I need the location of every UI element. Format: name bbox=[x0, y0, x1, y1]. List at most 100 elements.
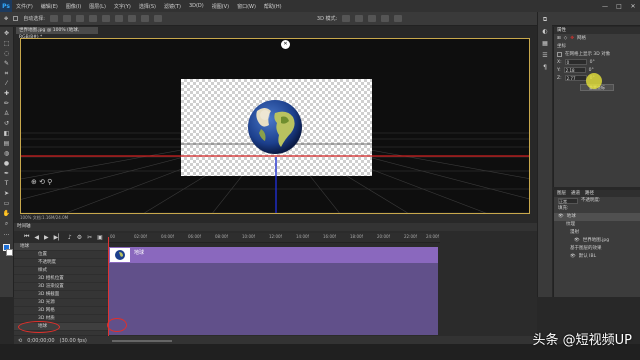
layer-ibl[interactable]: 👁 默认 IBL bbox=[554, 253, 640, 261]
background-color-swatch[interactable] bbox=[5, 249, 13, 256]
eye-icon[interactable]: 👁 bbox=[558, 213, 564, 221]
layer-effects[interactable]: 基于图层的效果 bbox=[554, 245, 640, 253]
layer-diffuse[interactable]: 漫射 bbox=[554, 229, 640, 237]
timeline-tab[interactable]: 时间轴 bbox=[14, 223, 537, 231]
eyedropper-tool-icon[interactable]: ⁄ bbox=[2, 80, 11, 88]
move-tool-icon[interactable]: ✥ bbox=[2, 30, 11, 38]
auto-select-checkbox[interactable] bbox=[13, 16, 19, 21]
layer-dropdown[interactable] bbox=[49, 15, 58, 22]
history-panel-icon[interactable]: ⧉ bbox=[541, 16, 550, 24]
transition-icon[interactable]: ▣ bbox=[97, 234, 103, 241]
adjustments-panel-icon[interactable]: ☰ bbox=[541, 52, 550, 60]
marquee-tool-icon[interactable]: ⬚ bbox=[2, 40, 11, 48]
y-rotation[interactable]: 0° bbox=[589, 68, 594, 73]
properties-tab[interactable]: 属性 bbox=[554, 27, 640, 34]
menu-help[interactable]: 帮助(H) bbox=[260, 3, 286, 10]
maximize-button[interactable]: □ bbox=[612, 3, 626, 10]
menu-layer[interactable]: 图层(L) bbox=[85, 3, 110, 10]
roll-3d-button[interactable] bbox=[355, 15, 364, 22]
distribute-button-2[interactable] bbox=[127, 15, 136, 22]
blend-mode-select[interactable]: 正常 bbox=[558, 198, 578, 204]
canvas[interactable]: ⊕ ⟲ ⚲ bbox=[20, 38, 530, 214]
history-brush-icon[interactable]: ↺ bbox=[2, 120, 11, 128]
mesh-mode-icon[interactable]: ◇ bbox=[564, 36, 567, 41]
pen-tool-icon[interactable]: ✒ bbox=[2, 170, 11, 178]
3d-nav-widget-icon[interactable]: ⊕ ⟲ ⚲ bbox=[31, 178, 52, 186]
stamp-tool-icon[interactable]: ♙ bbox=[2, 110, 11, 118]
track-row[interactable]: 3D 相机位置 bbox=[14, 275, 108, 283]
track-row-layer[interactable]: 地球 bbox=[14, 243, 108, 251]
timeline-ruler[interactable]: 00 02:00f 04:00f 06:00f 08:00f 10:00f 12… bbox=[108, 233, 440, 243]
crop-tool-icon[interactable]: ⌗ bbox=[2, 70, 11, 78]
track-row[interactable]: 3D 渲染设置 bbox=[14, 283, 108, 291]
menu-edit[interactable]: 编辑(E) bbox=[37, 3, 62, 10]
layer-world-map[interactable]: 👁 世界地图.jpg bbox=[554, 237, 640, 245]
prev-frame-icon[interactable]: ◀ bbox=[34, 234, 39, 241]
snap-checkbox[interactable] bbox=[557, 51, 562, 57]
first-frame-icon[interactable]: ⏮ bbox=[24, 233, 29, 241]
eraser-tool-icon[interactable]: ◧ bbox=[2, 130, 11, 138]
track-row[interactable]: 样式 bbox=[14, 267, 108, 275]
menu-filter[interactable]: 滤镜(T) bbox=[160, 3, 185, 10]
close-window-button[interactable]: ✕ bbox=[626, 3, 640, 10]
next-frame-icon[interactable]: ▶▏ bbox=[54, 234, 63, 241]
close-3d-overlay-button[interactable]: ✕ bbox=[281, 40, 290, 49]
paragraph-panel-icon[interactable]: ¶ bbox=[541, 64, 550, 72]
track-row[interactable]: 位置 bbox=[14, 251, 108, 259]
distribute-button-3[interactable] bbox=[140, 15, 149, 22]
x-rotation[interactable]: 0° bbox=[590, 60, 595, 65]
x-field[interactable]: 0 bbox=[564, 59, 587, 65]
tab-channels[interactable]: 通道 bbox=[571, 190, 580, 197]
track-row[interactable]: 不透明度 bbox=[14, 259, 108, 267]
track-row[interactable]: 3D 横截面 bbox=[14, 291, 108, 299]
hand-tool-icon[interactable]: ✋ bbox=[2, 210, 11, 218]
menu-type[interactable]: 文字(Y) bbox=[110, 3, 135, 10]
track-row[interactable]: 3D 网格 bbox=[14, 307, 108, 315]
more-tools-icon[interactable]: … bbox=[2, 230, 11, 238]
minimize-button[interactable]: — bbox=[598, 3, 612, 10]
z-field[interactable]: 2.77 bbox=[564, 75, 587, 81]
menu-image[interactable]: 图像(I) bbox=[62, 3, 85, 10]
layer-textures[interactable]: 纹理 bbox=[554, 221, 640, 229]
zoom-tool-icon[interactable]: ⌕ bbox=[2, 220, 11, 228]
tab-layers[interactable]: 图层 bbox=[557, 190, 566, 197]
gradient-tool-icon[interactable]: ▤ bbox=[2, 140, 11, 148]
scene-mode-icon[interactable]: ⊞ bbox=[557, 36, 561, 41]
slide-3d-button[interactable] bbox=[381, 15, 390, 22]
menu-file[interactable]: 文件(F) bbox=[12, 3, 37, 10]
shape-tool-icon[interactable]: ▭ bbox=[2, 200, 11, 208]
align-button-1[interactable] bbox=[62, 15, 71, 22]
swatches-panel-icon[interactable]: ▦ bbox=[541, 40, 550, 48]
eye-icon[interactable]: 👁 bbox=[574, 237, 580, 245]
drag-3d-button[interactable] bbox=[368, 15, 377, 22]
healing-tool-icon[interactable]: ✚ bbox=[2, 90, 11, 98]
move-tool-icon[interactable]: ✥ bbox=[4, 16, 8, 22]
settings-icon[interactable]: ⚙ bbox=[77, 234, 82, 241]
tab-paths[interactable]: 路径 bbox=[585, 190, 594, 197]
y-field[interactable]: 2.18 bbox=[563, 67, 586, 73]
menu-window[interactable]: 窗口(W) bbox=[233, 3, 260, 10]
menu-view[interactable]: 视图(V) bbox=[208, 3, 233, 10]
coordinates-mode-icon[interactable]: ✥ bbox=[570, 36, 574, 41]
distribute-button-1[interactable] bbox=[114, 15, 123, 22]
quick-select-tool-icon[interactable]: ✎ bbox=[2, 60, 11, 68]
audio-icon[interactable]: ♪ bbox=[68, 234, 72, 241]
dodge-tool-icon[interactable]: ● bbox=[2, 160, 11, 168]
layer-earth[interactable]: 👁 地球 bbox=[554, 213, 640, 221]
document-tab[interactable]: 世界地图.jpg @ 100% (地球, RGB/8#) * bbox=[16, 27, 98, 40]
brush-tool-icon[interactable]: ✏ bbox=[2, 100, 11, 108]
menu-3d[interactable]: 3D(D) bbox=[185, 3, 208, 9]
lasso-tool-icon[interactable]: ◌ bbox=[2, 50, 11, 58]
track-row[interactable]: 3D 光源 bbox=[14, 299, 108, 307]
timeline-clip[interactable] bbox=[108, 247, 438, 263]
zoom-slider[interactable] bbox=[111, 340, 172, 342]
menu-select[interactable]: 选择(S) bbox=[135, 3, 160, 10]
type-tool-icon[interactable]: T bbox=[2, 180, 11, 188]
play-icon[interactable]: ▶ bbox=[44, 234, 49, 241]
orbit-3d-button[interactable] bbox=[342, 15, 351, 22]
blur-tool-icon[interactable]: ◍ bbox=[2, 150, 11, 158]
path-select-icon[interactable]: ➤ bbox=[2, 190, 11, 198]
color-panel-icon[interactable]: ◐ bbox=[541, 28, 550, 36]
distribute-button-4[interactable] bbox=[153, 15, 162, 22]
split-icon[interactable]: ✂ bbox=[87, 234, 92, 241]
